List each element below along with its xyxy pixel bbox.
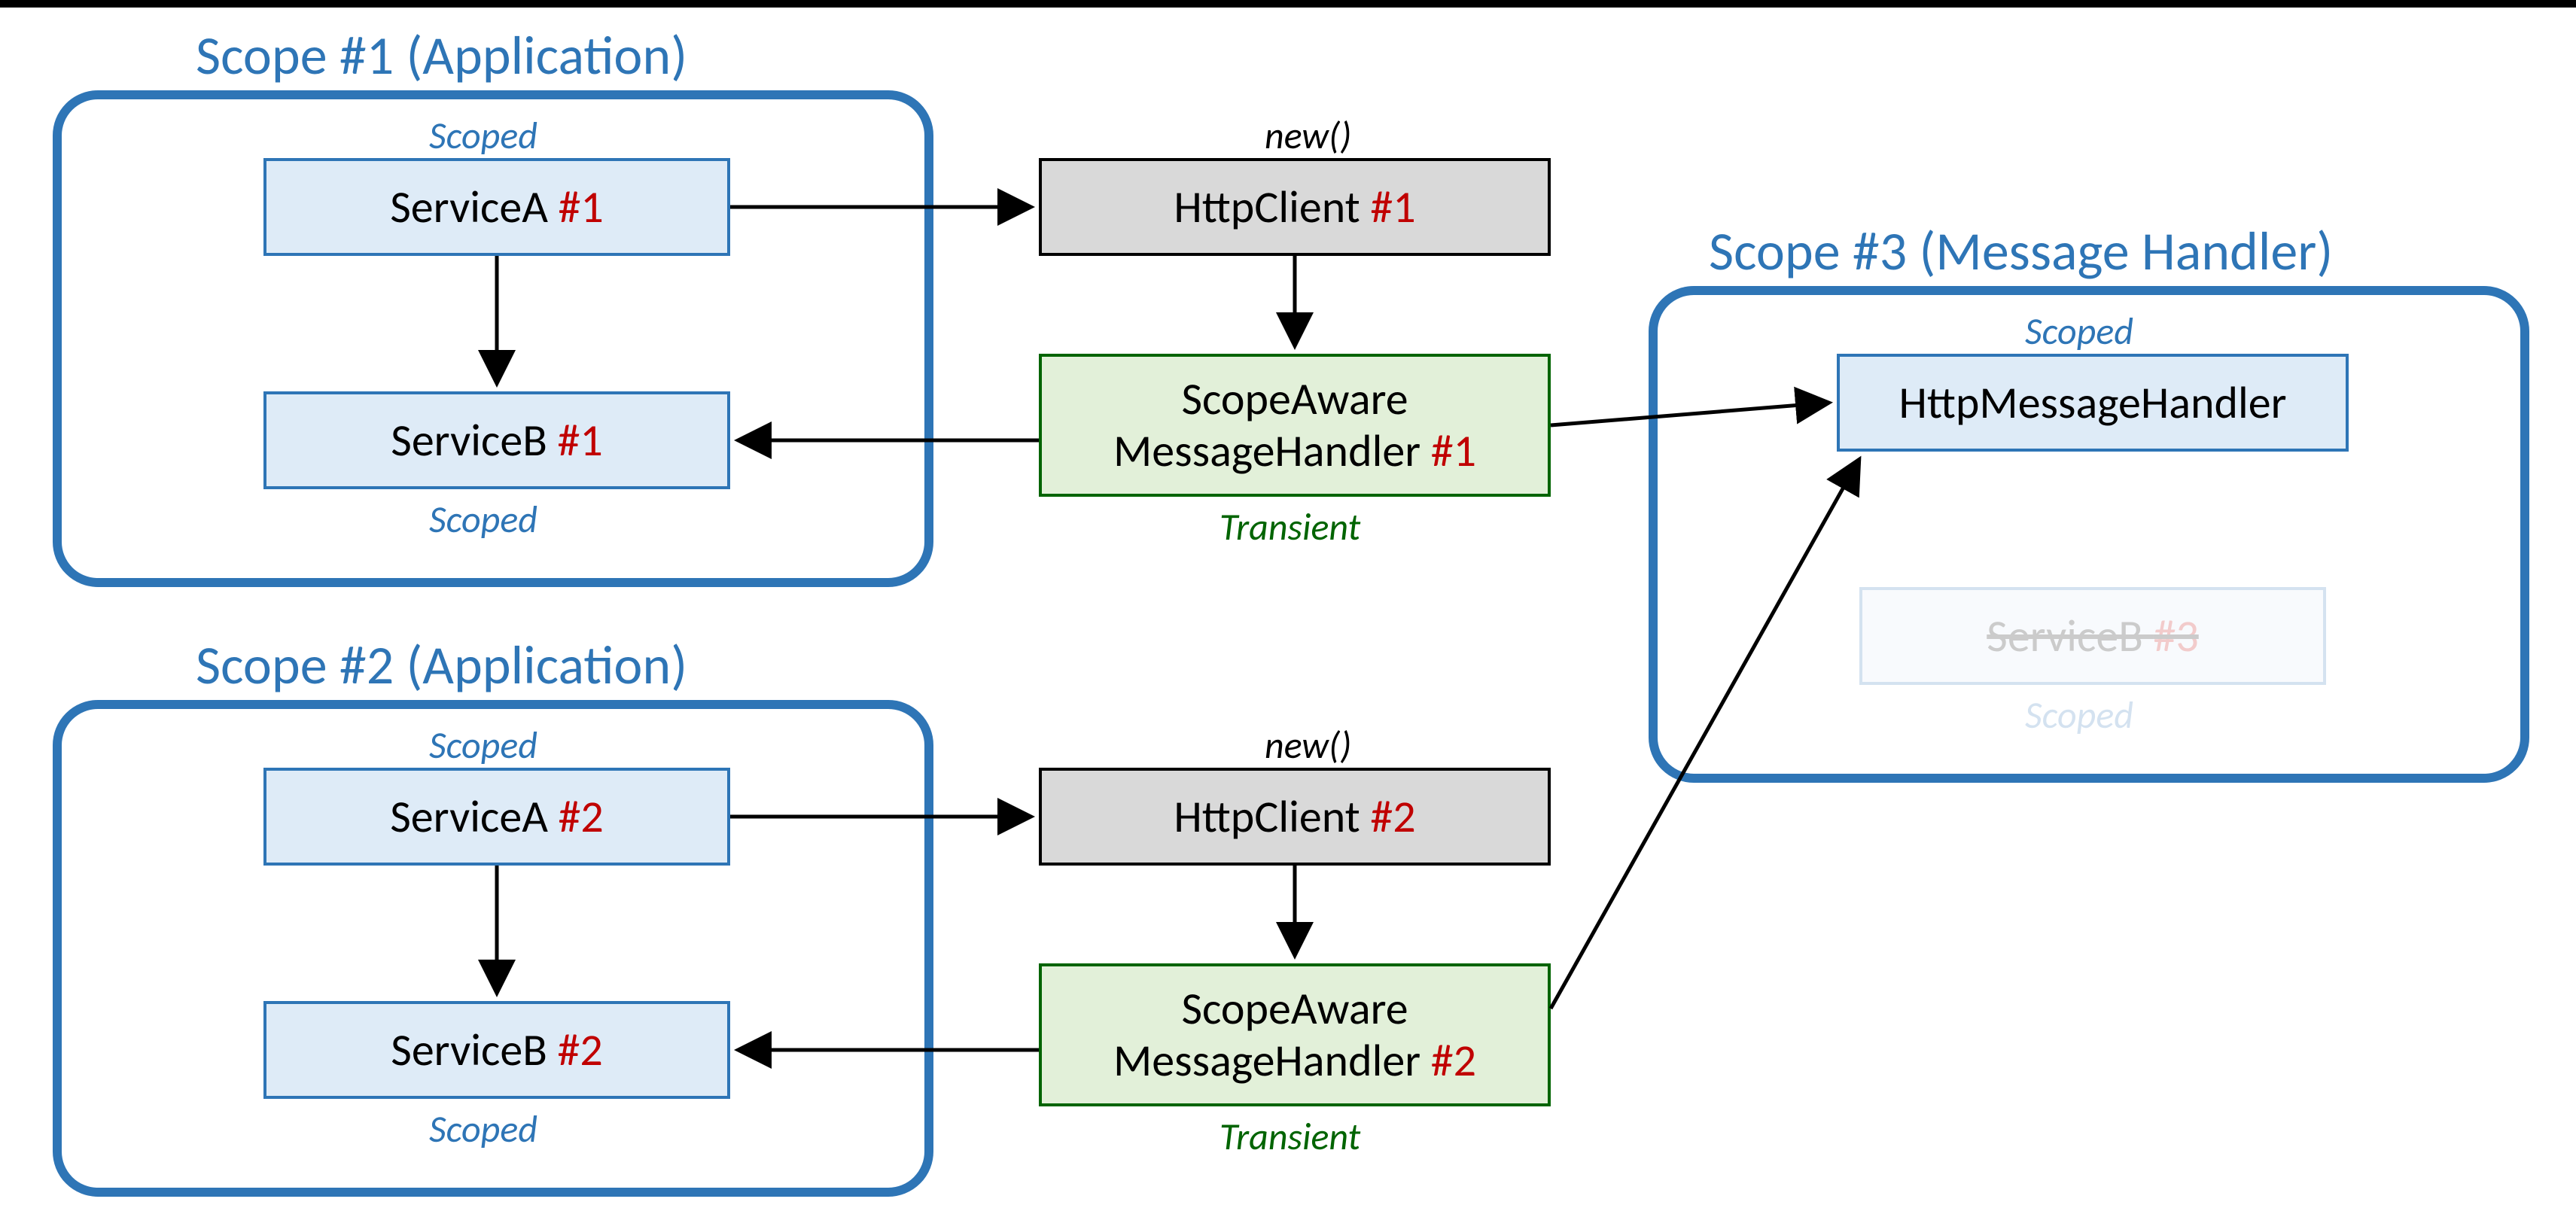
node-serviceA2: ServiceA #2	[263, 768, 730, 866]
node-httpmessagehandler: HttpMessageHandler	[1837, 354, 2349, 452]
node-serviceB3-faded: ServiceB #3	[1859, 587, 2326, 685]
node-serviceA1: ServiceA #1	[263, 158, 730, 256]
node-serviceB1: ServiceB #1	[263, 391, 730, 489]
new-label-2: new()	[1265, 723, 1351, 768]
node-scopeaware1: ScopeAware MessageHandler #1	[1039, 354, 1551, 497]
scope1-scoped-bottom: Scoped	[429, 497, 537, 543]
scope2-scoped-top: Scoped	[429, 723, 537, 768]
scope2-scoped-bottom: Scoped	[429, 1106, 537, 1152]
scope1-title: Scope #1 (Application)	[196, 23, 687, 89]
node-httpclient2: HttpClient #2	[1039, 768, 1551, 866]
node-scopeaware2: ScopeAware MessageHandler #2	[1039, 963, 1551, 1106]
node-httpclient1: HttpClient #1	[1039, 158, 1551, 256]
diagram-canvas: Scope #1 (Application) Scoped ServiceA #…	[0, 0, 2576, 1208]
scope1-scoped-top: Scoped	[429, 113, 537, 159]
node-serviceB2: ServiceB #2	[263, 1001, 730, 1099]
scope3-title: Scope #3 (Message Handler)	[1709, 218, 2333, 285]
transient-label-1: Transient	[1219, 504, 1360, 550]
scope3-scoped-bottom: Scoped	[2025, 692, 2133, 738]
scope3-scoped-top: Scoped	[2025, 309, 2133, 354]
transient-label-2: Transient	[1219, 1114, 1360, 1160]
scope2-title: Scope #2 (Application)	[196, 632, 687, 698]
new-label-1: new()	[1265, 113, 1351, 159]
